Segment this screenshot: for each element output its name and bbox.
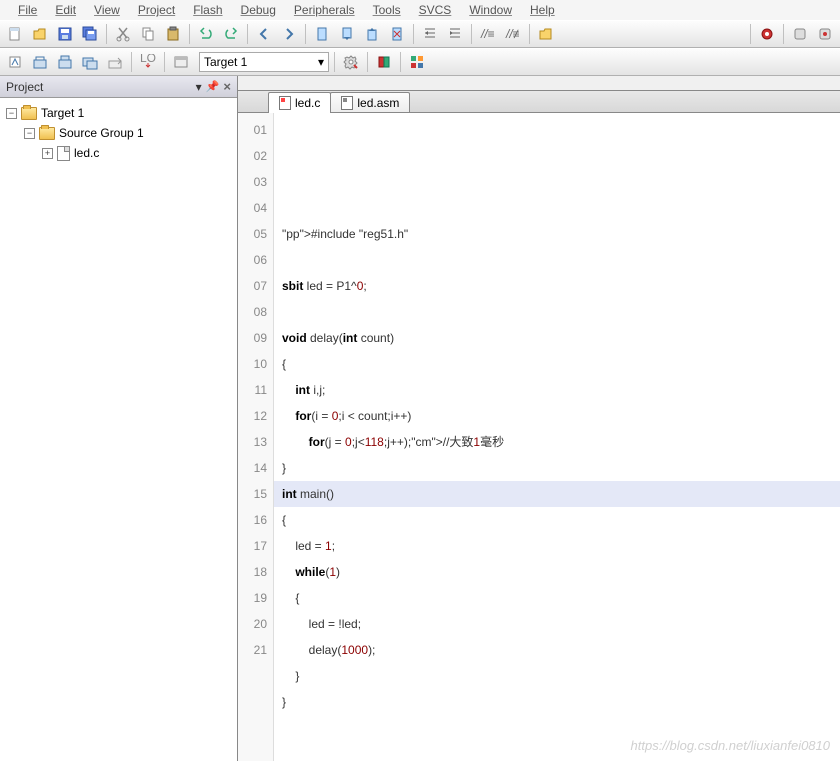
target-selector[interactable]: Target 1 ▾ (199, 52, 329, 72)
tree-root-label: Target 1 (41, 106, 84, 120)
build-icon[interactable] (29, 51, 51, 73)
download-icon[interactable]: LOAD (137, 51, 159, 73)
translate-icon[interactable] (4, 51, 26, 73)
menu-tools[interactable]: Tools (373, 3, 401, 17)
tree-file-label: led.c (74, 146, 99, 160)
tab-label: led.asm (357, 96, 399, 110)
breakpoint-toggle-icon[interactable] (814, 23, 836, 45)
menu-window[interactable]: Window (469, 3, 512, 17)
stop-build-icon[interactable] (104, 51, 126, 73)
svg-text://≢: //≢ (505, 27, 521, 41)
panel-pin-icon[interactable]: 📌 (206, 80, 220, 93)
code-editor[interactable]: 01 02 03 04 05 06 07 08 09 10 11 12 13 1… (238, 113, 840, 761)
manage-books-icon[interactable] (373, 51, 395, 73)
main-toolbar: //≡ //≢ (0, 20, 840, 48)
c-file-icon (279, 96, 291, 110)
expand-icon[interactable]: + (42, 148, 53, 159)
editor-area: led.c led.asm 01 02 03 04 05 06 07 08 09… (238, 76, 840, 761)
indent-icon[interactable] (419, 23, 441, 45)
collapse-icon[interactable]: − (24, 128, 35, 139)
asm-file-icon (341, 96, 353, 110)
outdent-icon[interactable] (444, 23, 466, 45)
collapse-icon[interactable]: − (6, 108, 17, 119)
panel-menu-icon[interactable]: ▾ (196, 80, 202, 94)
save-icon[interactable] (54, 23, 76, 45)
undo-icon[interactable] (195, 23, 217, 45)
target-value: Target 1 (204, 55, 247, 69)
bookmark-icon[interactable] (311, 23, 333, 45)
project-tree: − Target 1 − Source Group 1 + led.c (0, 98, 237, 761)
watermark: https://blog.csdn.net/liuxianfei0810 (631, 738, 830, 753)
open-file-icon[interactable] (29, 23, 51, 45)
nav-back-icon[interactable] (253, 23, 275, 45)
debug-icon[interactable] (756, 23, 778, 45)
folder-icon (39, 127, 55, 140)
bookmark-next-icon[interactable] (361, 23, 383, 45)
tab-led-c[interactable]: led.c (268, 92, 331, 112)
tree-file[interactable]: + led.c (2, 143, 235, 163)
save-all-icon[interactable] (79, 23, 101, 45)
tree-group[interactable]: − Source Group 1 (2, 123, 235, 143)
menu-view[interactable]: View (94, 3, 120, 17)
chevron-down-icon: ▾ (318, 55, 324, 69)
line-gutter: 01 02 03 04 05 06 07 08 09 10 11 12 13 1… (238, 113, 274, 761)
nav-forward-icon[interactable] (278, 23, 300, 45)
bookmark-prev-icon[interactable] (336, 23, 358, 45)
editor-tabs: led.c led.asm (238, 91, 840, 113)
panel-close-icon[interactable]: × (223, 79, 231, 94)
tab-led-asm[interactable]: led.asm (330, 92, 410, 112)
redo-icon[interactable] (220, 23, 242, 45)
menu-svcs[interactable]: SVCS (419, 3, 452, 17)
file-icon (57, 146, 70, 161)
folder-icon (21, 107, 37, 120)
menu-flash[interactable]: Flash (193, 3, 222, 17)
rebuild-icon[interactable] (54, 51, 76, 73)
breakpoint-icon[interactable] (789, 23, 811, 45)
target-options-icon[interactable] (170, 51, 192, 73)
copy-icon[interactable] (137, 23, 159, 45)
bookmark-clear-icon[interactable] (386, 23, 408, 45)
batch-build-icon[interactable] (79, 51, 101, 73)
paste-icon[interactable] (162, 23, 184, 45)
cut-icon[interactable] (112, 23, 134, 45)
options-icon[interactable] (340, 51, 362, 73)
code-content[interactable]: "pp">#include "reg51.h" sbit led = P1^0;… (274, 113, 840, 761)
build-toolbar: LOAD Target 1 ▾ (0, 48, 840, 76)
uncomment-icon[interactable]: //≢ (502, 23, 524, 45)
svg-text://≡: //≡ (480, 27, 495, 41)
menu-debug[interactable]: Debug (241, 3, 276, 17)
find-folder-icon[interactable] (535, 23, 557, 45)
manage-components-icon[interactable] (406, 51, 428, 73)
menu-peripherals[interactable]: Peripherals (294, 3, 355, 17)
menu-file[interactable]: File (18, 3, 37, 17)
tree-root[interactable]: − Target 1 (2, 103, 235, 123)
project-panel-title: Project (6, 80, 43, 94)
tree-group-label: Source Group 1 (59, 126, 144, 140)
project-panel-title-bar: Project ▾ 📌 × (0, 76, 237, 98)
comment-icon[interactable]: //≡ (477, 23, 499, 45)
new-file-icon[interactable] (4, 23, 26, 45)
menu-project[interactable]: Project (138, 3, 175, 17)
menu-edit[interactable]: Edit (55, 3, 76, 17)
tab-label: led.c (295, 96, 320, 110)
menu-help[interactable]: Help (530, 3, 555, 17)
menu-bar: File Edit View Project Flash Debug Perip… (0, 0, 840, 20)
project-panel: Project ▾ 📌 × − Target 1 − Source Group … (0, 76, 238, 761)
